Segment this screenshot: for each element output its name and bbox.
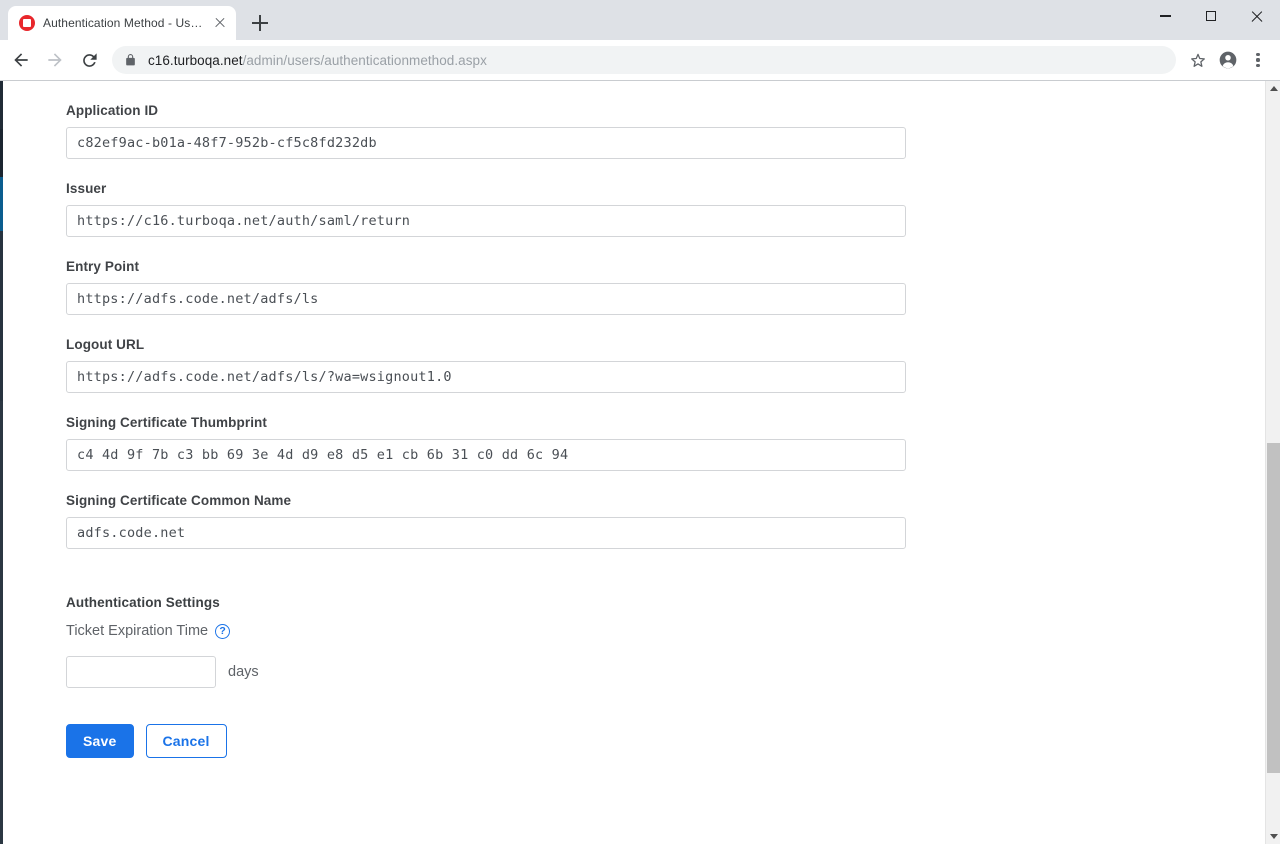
app-favicon-icon bbox=[19, 15, 35, 31]
label-application-id: Application ID bbox=[66, 103, 1280, 118]
scrollbar-thumb[interactable] bbox=[1267, 443, 1280, 773]
field-signing-certificate-thumbprint: Signing Certificate Thumbprint bbox=[66, 415, 1280, 471]
new-tab-button[interactable] bbox=[246, 9, 274, 37]
page-viewport: Application ID Issuer Entry Point Logout… bbox=[0, 81, 1280, 844]
scrollbar-down-button[interactable] bbox=[1266, 829, 1280, 844]
tab-authentication-method[interactable]: Authentication Method - Users bbox=[8, 6, 236, 40]
back-arrow-icon bbox=[11, 50, 31, 70]
label-logout-url: Logout URL bbox=[66, 337, 1280, 352]
chevron-down-icon bbox=[1270, 834, 1278, 839]
tab-strip: Authentication Method - Users bbox=[0, 0, 1280, 40]
sidebar-gap bbox=[3, 81, 13, 844]
input-signing-certificate-thumbprint[interactable] bbox=[66, 439, 906, 471]
back-button[interactable] bbox=[6, 45, 36, 75]
field-signing-certificate-common-name: Signing Certificate Common Name bbox=[66, 493, 1280, 549]
input-ticket-expiration-time[interactable] bbox=[66, 656, 216, 688]
forward-arrow-icon bbox=[45, 50, 65, 70]
form-actions: Save Cancel bbox=[66, 724, 1280, 758]
lock-icon bbox=[124, 53, 137, 67]
minimize-icon bbox=[1160, 15, 1171, 16]
window-close-button[interactable] bbox=[1234, 0, 1280, 32]
field-logout-url: Logout URL bbox=[66, 337, 1280, 393]
ticket-expiration-label-row: Ticket Expiration Time ? bbox=[66, 623, 1280, 639]
profile-avatar-icon bbox=[1218, 50, 1238, 70]
profile-avatar-button[interactable] bbox=[1214, 46, 1242, 74]
label-signing-certificate-common-name: Signing Certificate Common Name bbox=[66, 493, 1280, 508]
maximize-icon bbox=[1206, 11, 1216, 21]
input-signing-certificate-common-name[interactable] bbox=[66, 517, 906, 549]
label-entry-point: Entry Point bbox=[66, 259, 1280, 274]
label-ticket-expiration-time: Ticket Expiration Time bbox=[66, 623, 208, 639]
window-controls bbox=[1142, 0, 1280, 32]
browser-menu-button[interactable] bbox=[1244, 46, 1272, 74]
window-minimize-button[interactable] bbox=[1142, 0, 1188, 32]
page-content: Application ID Issuer Entry Point Logout… bbox=[13, 81, 1280, 844]
label-days-unit: days bbox=[228, 664, 259, 680]
forward-button[interactable] bbox=[40, 45, 70, 75]
label-issuer: Issuer bbox=[66, 181, 1280, 196]
save-button[interactable]: Save bbox=[66, 724, 134, 758]
field-issuer: Issuer bbox=[66, 181, 1280, 237]
reload-button[interactable] bbox=[74, 45, 104, 75]
bookmark-star-button[interactable] bbox=[1184, 46, 1212, 74]
url-host: c16.turboqa.net bbox=[148, 53, 243, 68]
authentication-method-form: Application ID Issuer Entry Point Logout… bbox=[13, 81, 1280, 758]
input-application-id[interactable] bbox=[66, 127, 906, 159]
browser-toolbar: c16.turboqa.net/admin/users/authenticati… bbox=[0, 40, 1280, 81]
input-entry-point[interactable] bbox=[66, 283, 906, 315]
window-maximize-button[interactable] bbox=[1188, 0, 1234, 32]
address-bar-url: c16.turboqa.net/admin/users/authenticati… bbox=[148, 53, 487, 68]
scrollbar-up-button[interactable] bbox=[1266, 81, 1280, 96]
field-entry-point: Entry Point bbox=[66, 259, 1280, 315]
reload-icon bbox=[80, 51, 99, 70]
input-logout-url[interactable] bbox=[66, 361, 906, 393]
url-path: /admin/users/authenticationmethod.aspx bbox=[243, 53, 487, 68]
tab-close-icon[interactable] bbox=[212, 15, 228, 31]
ticket-expiration-input-row: days bbox=[66, 656, 1280, 688]
star-icon bbox=[1189, 51, 1207, 69]
chevron-up-icon bbox=[1270, 86, 1278, 91]
close-icon bbox=[1251, 10, 1263, 22]
help-question-icon[interactable]: ? bbox=[215, 624, 230, 639]
cancel-button[interactable]: Cancel bbox=[146, 724, 227, 758]
section-title-authentication-settings: Authentication Settings bbox=[66, 595, 1280, 610]
tab-title: Authentication Method - Users bbox=[43, 16, 204, 30]
three-dot-menu-icon bbox=[1256, 53, 1259, 68]
field-application-id: Application ID bbox=[66, 103, 1280, 159]
label-signing-certificate-thumbprint: Signing Certificate Thumbprint bbox=[66, 415, 1280, 430]
address-bar[interactable]: c16.turboqa.net/admin/users/authenticati… bbox=[112, 46, 1176, 74]
browser-window: Authentication Method - Users bbox=[0, 0, 1280, 844]
page-scrollbar[interactable] bbox=[1265, 81, 1280, 844]
input-issuer[interactable] bbox=[66, 205, 906, 237]
